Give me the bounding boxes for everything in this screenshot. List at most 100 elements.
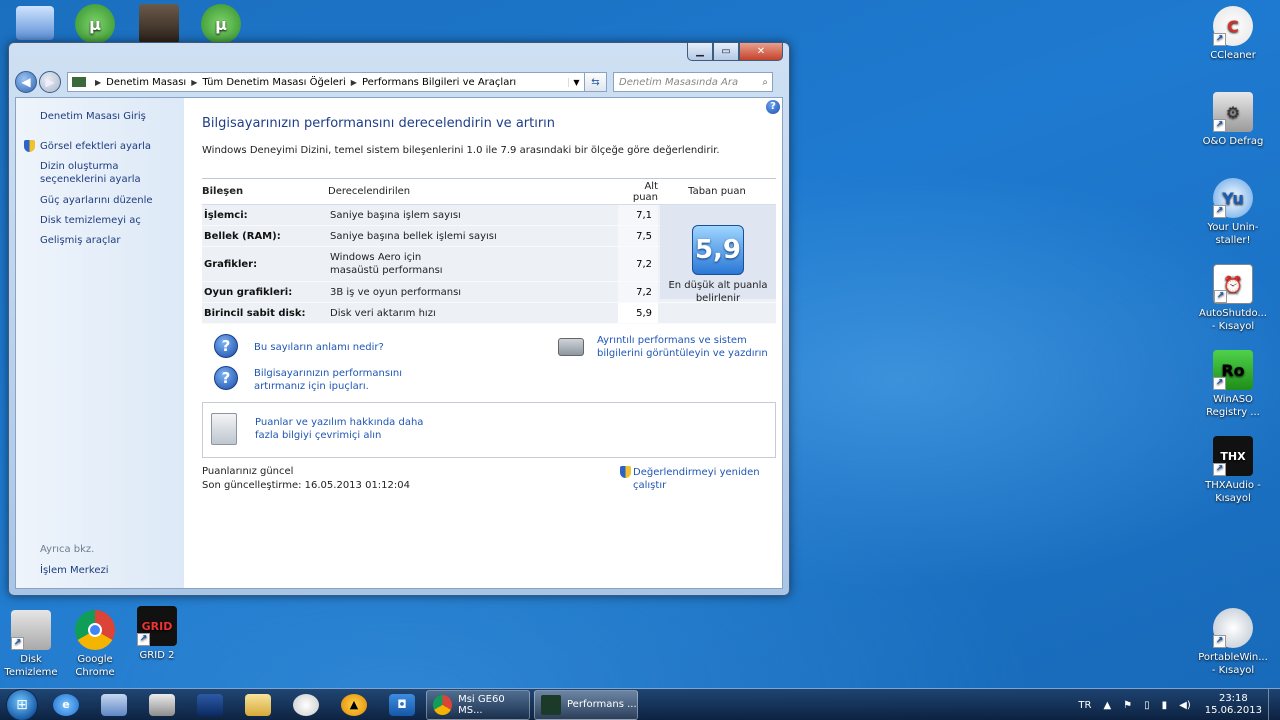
row-component: Birincil sabit disk: <box>204 307 306 319</box>
pinned-app-6[interactable] <box>286 690 326 720</box>
tips-link[interactable]: Bilgisayarınızın performansını artırmanı… <box>254 367 454 393</box>
task-chrome[interactable]: Msi GE60 MS... <box>426 689 530 720</box>
rerun-assessment-link[interactable]: Değerlendirmeyi yeniden çalıştır <box>633 466 782 492</box>
base-score-badge: 5,9 <box>692 225 744 275</box>
online-info-box: Puanlar ve yazılım hakkında daha fazla b… <box>202 402 776 458</box>
chrome-icon <box>433 694 453 715</box>
pinned-app-4[interactable] <box>190 690 230 720</box>
forward-button[interactable]: ▶ <box>39 71 61 93</box>
help-icon[interactable]: ? <box>766 100 780 114</box>
control-panel-home-link[interactable]: Denetim Masası Giriş <box>40 110 180 123</box>
breadcrumb-item[interactable]: Tüm Denetim Masası Öğeleri <box>202 77 345 88</box>
action-center-link[interactable]: İşlem Merkezi <box>40 564 180 577</box>
left-pane: Denetim Masası Giriş Görsel efektleri ay… <box>16 98 184 588</box>
pinned-app-7[interactable]: ▲ <box>334 690 374 720</box>
search-input[interactable]: Denetim Masasında Ara ⌕ <box>613 72 773 92</box>
row-component: Bellek (RAM): <box>204 230 281 242</box>
breadcrumb-separator: ▶ <box>350 77 357 87</box>
row-rated: Disk veri aktarım hızı <box>330 307 436 319</box>
search-placeholder: Denetim Masasında Ara <box>619 76 739 88</box>
desktop-icon-utorrent-2[interactable]: µ <box>186 4 256 47</box>
visual-effects-link[interactable]: Görsel efektleri ayarla <box>40 140 180 153</box>
autoshutdown-icon: ⏰ <box>1213 264 1253 304</box>
uninstaller-icon: Yu <box>1213 178 1253 218</box>
start-button[interactable]: ⊞ <box>6 688 38 720</box>
battery-icon[interactable]: ▯ <box>1144 700 1150 711</box>
task-performance[interactable]: Performans ... <box>534 689 638 720</box>
breadcrumb-item[interactable]: Denetim Masası <box>106 77 186 88</box>
desktop-icon-grid2[interactable]: GRID GRID 2 <box>122 606 192 662</box>
details-link[interactable]: Ayrıntılı performans ve sistem bilgileri… <box>597 334 779 360</box>
taskbar: ⊞ e ▲ ◘ Msi GE60 MS... Performans ... TR… <box>0 688 1280 720</box>
online-info-link[interactable]: Puanlar ve yazılım hakkında daha fazla b… <box>255 416 445 442</box>
ccleaner-icon: C <box>1213 6 1253 46</box>
defrag-icon: ⚙ <box>1213 92 1253 132</box>
clock[interactable]: 23:18 15.06.2013 <box>1205 693 1262 717</box>
close-button[interactable]: ✕ <box>739 43 783 61</box>
base-score-cell: 5,9 En düşük alt puanla belirlenir <box>660 205 776 304</box>
desktop-icon-label: WinASO Registry ... <box>1206 394 1260 418</box>
desktop-icon-defrag[interactable]: ⚙ O&O Defrag <box>1198 92 1268 148</box>
main-pane: ? Bilgisayarınızın performansını derecel… <box>202 98 782 588</box>
clock-date: 15.06.2013 <box>1204 705 1262 716</box>
row-rated: Saniye başına işlem sayısı <box>330 209 461 221</box>
chevron-down-icon[interactable]: ▼ <box>568 77 584 87</box>
meaning-link[interactable]: Bu sayıların anlamı nedir? <box>254 341 384 354</box>
desktop-icon-chrome[interactable]: Google Chrome <box>60 610 130 679</box>
network-icon[interactable]: ▮ <box>1162 700 1168 711</box>
caption-buttons: ▁ ▭ ✕ <box>687 43 783 61</box>
desktop-icon-label: Disk Temizleme <box>4 654 58 678</box>
clock-time: 23:18 <box>1218 693 1248 704</box>
pinned-app-2[interactable] <box>94 690 134 720</box>
desktop-icon-thxaudio[interactable]: THX THXAudio - Kısayol <box>1198 436 1268 505</box>
pinned-app-3[interactable] <box>142 690 182 720</box>
navigation-bar: ◀ ▶ ▶ Denetim Masası ▶ Tüm Denetim Masas… <box>15 69 783 95</box>
row-subscore: 7,1 <box>618 205 658 225</box>
desktop-icon-ccleaner[interactable]: C CCleaner <box>1198 6 1268 62</box>
desktop-icon-utorrent-1[interactable]: µ <box>60 4 130 47</box>
row-rated: Saniye başına bellek işlemi sayısı <box>330 230 497 242</box>
volume-icon[interactable]: ◀) <box>1179 700 1191 711</box>
performance-window: ▁ ▭ ✕ ◀ ▶ ▶ Denetim Masası ▶ Tüm Denetim… <box>8 42 790 596</box>
search-icon[interactable]: ⌕ <box>762 77 768 88</box>
flag-icon[interactable]: ⚑ <box>1123 700 1132 711</box>
desktop-icon-portablewin[interactable]: PortableWin... - Kısayol <box>1198 608 1268 677</box>
question-icon: ? <box>214 366 238 390</box>
chrome-icon <box>75 610 115 650</box>
disk-cleanup-link[interactable]: Disk temizlemeyi aç <box>40 214 180 227</box>
desktop-icon-label: PortableWin... - Kısayol <box>1198 652 1268 676</box>
desktop-icon-uninstaller[interactable]: Yu Your Unin-staller! <box>1198 178 1268 247</box>
page-subtitle: Windows Deneyimi Dizini, temel sistem bi… <box>202 145 720 156</box>
desktop-icon-disk-cleanup[interactable]: Disk Temizleme <box>0 610 66 679</box>
address-bar[interactable]: ▶ Denetim Masası ▶ Tüm Denetim Masası Öğ… <box>67 72 585 92</box>
breadcrumb-item[interactable]: Performans Bilgileri ve Araçları <box>362 77 516 88</box>
desktop-icon-game[interactable] <box>124 4 194 47</box>
score-table: Bileşen Derecelendirilen Alt puan Taban … <box>202 178 776 324</box>
desktop-icon-label: Google Chrome <box>75 654 115 678</box>
desktop-icon-label: GRID 2 <box>139 650 175 661</box>
pinned-explorer[interactable] <box>238 690 278 720</box>
power-settings-link[interactable]: Güç ayarlarını düzenle <box>40 194 180 207</box>
utorrent-icon: µ <box>201 4 241 44</box>
advanced-tools-link[interactable]: Gelişmiş araçlar <box>40 234 180 247</box>
maximize-button[interactable]: ▭ <box>713 43 739 61</box>
row-component: İşlemci: <box>204 209 248 221</box>
desktop-icon-autoshutdown[interactable]: ⏰ AutoShutdo... - Kısayol <box>1198 264 1268 333</box>
pinned-app-8[interactable]: ◘ <box>382 690 422 720</box>
shield-icon <box>24 140 35 152</box>
pinned-ie[interactable]: e <box>46 690 86 720</box>
show-hidden-icons[interactable]: ▲ <box>1103 700 1111 711</box>
language-indicator[interactable]: TR <box>1078 700 1091 711</box>
refresh-button[interactable]: ⇆ <box>585 72 607 92</box>
desktop-icon-winaso[interactable]: Ro WinASO Registry ... <box>1198 350 1268 419</box>
show-desktop-button[interactable] <box>1268 689 1280 720</box>
minimize-button[interactable]: ▁ <box>687 43 713 61</box>
game-icon <box>139 4 179 44</box>
desktop-icon-label: CCleaner <box>1210 50 1256 61</box>
back-button[interactable]: ◀ <box>15 71 37 93</box>
indexing-options-link[interactable]: Dizin oluşturma seçeneklerini ayarla <box>40 160 180 186</box>
shield-icon <box>620 466 631 478</box>
table-body: İşlemci: Saniye başına işlem sayısı 7,1 … <box>202 204 776 324</box>
row-rated: Windows Aero için masaüstü performansı <box>330 252 443 276</box>
breadcrumb-separator: ▶ <box>95 77 102 87</box>
